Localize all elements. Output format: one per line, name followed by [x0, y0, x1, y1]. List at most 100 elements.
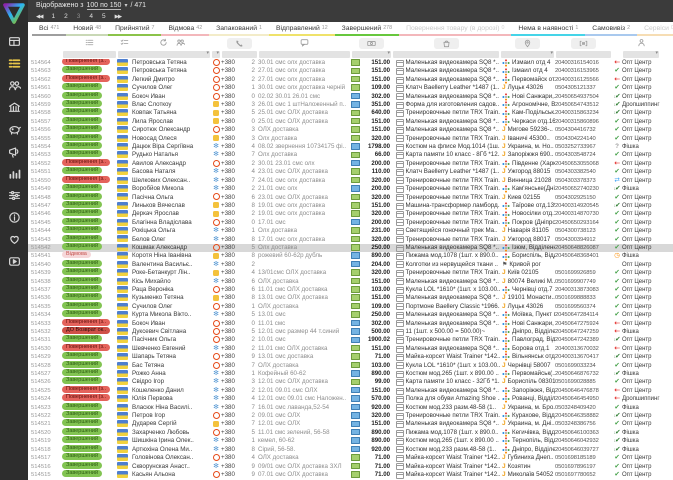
table-row[interactable]: 514518 Завершений Артюхіна Олена Ми.. ✻ +380… [28, 444, 673, 454]
filter-input[interactable] [259, 51, 350, 58]
tab-2[interactable]: Прийнятий 7 [108, 22, 162, 36]
bank-icon[interactable] [0, 96, 28, 118]
clients-icon[interactable] [0, 74, 28, 96]
table-row[interactable]: 514530 Повернення (з.. Шевченко Евгений ✻ +3… [28, 343, 673, 353]
table-row[interactable]: 514560 Завершений Бокоч Иван +380 0 02.02 30.… [28, 91, 673, 101]
table-row[interactable]: 514543 Завершений Белов Олег ✻ +380 8 17.01 см… [28, 234, 673, 244]
dashboard-icon[interactable] [0, 30, 28, 52]
table-row[interactable]: 514547 Завершений Линьков Вячеслав +380 8 19.… [28, 200, 673, 210]
tab-7[interactable]: Повернення товару (в дорозі) 0 [399, 22, 512, 36]
video-icon[interactable] [0, 250, 28, 272]
table-row[interactable]: 514521 Завершений Дударев Сергій +380 7 12.01… [28, 419, 673, 429]
filter-input[interactable] [393, 51, 499, 58]
table-row[interactable]: 514536 Завершений Кузьменко Тетяна +380 8 13.… [28, 293, 673, 303]
first-page-icon[interactable]: ◀◀ [36, 14, 44, 20]
page-number-3[interactable]: 3 [77, 13, 81, 20]
page-number-5[interactable]: 5 [102, 13, 106, 20]
table-row[interactable]: 514557 Завершений Лила Ярослав +380 0 25.01 с… [28, 116, 673, 126]
table-row[interactable]: 514540 Завершений Валентина Васильє.. ✻ +380… [28, 259, 673, 269]
table-row[interactable]: 514520 Завершений Захарченко Любовь +380 5 11… [28, 427, 673, 437]
table-row[interactable]: 514549 Завершений Воробйов Микола ✻ +380 2 21.… [28, 184, 673, 193]
table-row[interactable]: 514539 Завершений Роке-Бетанкурт Лін.. +380… [28, 268, 673, 277]
chevron-down-icon[interactable]: ▾ [124, 2, 127, 9]
column-header-status-list[interactable] [62, 36, 117, 50]
table-row[interactable]: 514561 Завершений Сучилов Олег +380 1 30.01 с… [28, 83, 673, 92]
column-header-chat[interactable] [258, 36, 351, 50]
column-header-phone[interactable] [221, 36, 258, 50]
filter-input[interactable] [212, 50, 220, 58]
phone-icon[interactable] [227, 37, 252, 49]
table-row[interactable]: 514552 Повернення (з.. Авилов Александр +38… [28, 158, 673, 168]
table-row[interactable]: 514555 Завершений Новосад Олеся +380 3 Олх до… [28, 133, 673, 143]
table-row[interactable]: 514515 Завершений Касьян Альона +380 9 07.01 … [28, 469, 673, 479]
table-row[interactable]: 514528 Завершений Бас Тетяна +380 7 ОЛХ доста… [28, 360, 673, 370]
table-row[interactable]: 514542 Завершений Кошмак Александр +380 5 Олх… [28, 242, 673, 253]
column-header-rotate[interactable] [132, 36, 211, 50]
table-row[interactable]: 514553 Завершений Рудько Наталья ✻ +380 7 Олх … [28, 150, 673, 160]
last-page-icon[interactable]: ▶▶ [115, 14, 123, 20]
filter-input[interactable] [556, 51, 611, 58]
piggy-bank-icon[interactable] [0, 118, 28, 140]
table-row[interactable]: 514527 Завершений Рожко Анна ✻ +380 1 Кофейный… [28, 369, 673, 378]
table-row[interactable]: 514564 Повернення (з.. Петровська Тетяна +3… [28, 59, 673, 67]
table-row[interactable]: 514545 Завершений Благінна Владіслава +380 0… [28, 217, 673, 227]
table-row[interactable]: 514546 Завершений Деркач Ярослав +380 2 19.01… [28, 209, 673, 219]
column-header-barcode[interactable] [555, 36, 612, 50]
page-number-1[interactable]: 1 [51, 13, 55, 20]
table-row[interactable]: 514550 Повернення (з.. Шелкових Олексан.. ✻… [28, 175, 673, 185]
filter-input[interactable] [118, 50, 210, 58]
table-row[interactable]: 514516 Завершений Скворунская Анаст.. ✻ +380… [28, 461, 673, 471]
tab-9[interactable]: Самовивіз 2 [585, 22, 638, 36]
table-row[interactable]: 514531 Завершений Пасічник Ольга +380 2 10.01… [28, 335, 673, 345]
page-number-4[interactable]: 4 [89, 13, 93, 20]
table-row[interactable]: 514529 Завершений Шапарь Тетяна +380 9 13.01 … [28, 352, 673, 361]
tab-4[interactable]: Запакований 1 [209, 22, 269, 36]
filter-input[interactable] [352, 50, 391, 58]
table-row[interactable]: 514532 ДО Возврат ок.. Дуксевич Світлана +3… [28, 327, 673, 336]
table-row[interactable]: 514558 Завершений Ковпак Татьяна +380 5 25.01… [28, 108, 673, 118]
barcode-icon[interactable] [571, 37, 596, 49]
table-row[interactable]: 514548 Завершений Пасічна Ольга +380 6 23.01 … [28, 192, 673, 202]
table-row[interactable]: 514522 Завершений Петров Ігор +380 2 09.01 см… [28, 411, 673, 420]
column-header-banknote[interactable] [351, 36, 392, 50]
support-icon[interactable] [0, 228, 28, 250]
table-row[interactable]: 514533 Повернення (з.. Бокоч Иван +380 0 11.0… [28, 318, 673, 328]
table-row[interactable]: 514535 Завершений Сучилов Олег +380 1 ОЛХ дос… [28, 301, 673, 311]
filter-input[interactable] [222, 51, 257, 58]
table-row[interactable]: 514541 Відмова Коротя Ніна Іванівна +380 8 ро… [28, 251, 673, 261]
filter-input[interactable] [623, 50, 659, 58]
tab-0[interactable]: Всі 471 [32, 22, 67, 36]
page-number-2[interactable]: 2 [64, 13, 68, 20]
table-row[interactable]: 514562 Повернення (з.. Легкий Дмитро +380 2 2… [28, 74, 673, 84]
table-row[interactable]: 514534 Завершений Курта Микола Вікто.. ✻ +38… [28, 310, 673, 319]
table-row[interactable]: 514538 Завершений Кісь Михайло ✻ +380 6 ОЛХ до… [28, 276, 673, 286]
filter-input[interactable] [63, 51, 116, 58]
table-row[interactable]: 514544 Завершений Рокіцька Ольга ✻ +380 1 Олх … [28, 226, 673, 235]
stats-icon[interactable] [0, 162, 28, 184]
info-icon[interactable] [0, 206, 28, 228]
column-header-pin[interactable] [500, 36, 555, 50]
table-row[interactable]: 514524 Повернення (з.. Юлія Первова ✻ +380 4 1… [28, 394, 673, 403]
table-row[interactable]: 514526 Завершений Свідро Ігор ✻ +380 3 12.01 с… [28, 377, 673, 387]
table-row[interactable]: 514559 Завершений Влас Слоткоу +380 3 26.01 с… [28, 100, 673, 109]
column-header-tasks-list[interactable] [117, 36, 132, 50]
displayed-range-dropdown[interactable]: 100 по 150 [86, 2, 122, 10]
tab-8[interactable]: Нема в наявності 1 [511, 22, 586, 36]
table-row[interactable]: 514551 Завершений Басова Наталя ✻ +380 4 23.01… [28, 167, 673, 176]
table-row[interactable]: 514556 Завершений Сиротюк Олександр +380 3 ОЛ… [28, 125, 673, 134]
tab-6[interactable]: Завершений 278 [334, 22, 400, 36]
column-header-bag[interactable] [392, 36, 500, 50]
megaphone-icon[interactable] [0, 140, 28, 162]
column-header-person[interactable] [622, 36, 660, 50]
table-row[interactable]: 514537 Завершений Раца Вероніка +380 6 11.01 … [28, 284, 673, 294]
filter-input[interactable] [501, 50, 554, 58]
orders-icon[interactable] [0, 52, 28, 74]
banknote-icon[interactable] [359, 37, 384, 49]
tab-3[interactable]: Відмова 42 [161, 22, 210, 36]
pin-icon[interactable] [515, 37, 540, 49]
bag-icon[interactable] [433, 37, 459, 49]
table-row[interactable]: 514563 Завершений Петровська Тетяна +380 2 27… [28, 66, 673, 76]
table-row[interactable]: 514554 Завершений Дацюк Віра Сергіївна ✻ +38… [28, 142, 673, 151]
table-row[interactable]: 514519 Завершений Шишкіна Ірина Олек.. ✻ +38… [28, 436, 673, 445]
table-row[interactable]: 514523 Завершений Власюк Ніна Василі.. ✻ +38… [28, 402, 673, 412]
